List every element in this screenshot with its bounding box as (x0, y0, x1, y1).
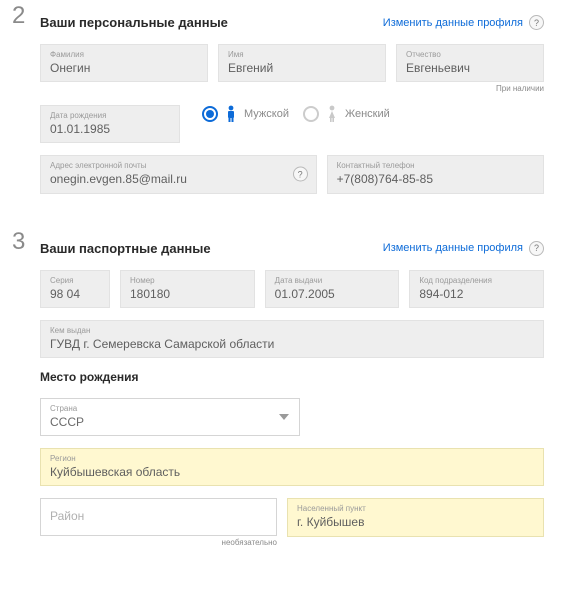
birthplace-heading: Место рождения (40, 370, 544, 384)
email-field[interactable]: Адрес электронной почты onegin.evgen.85@… (40, 155, 317, 193)
surname-value: Онегин (50, 62, 198, 75)
female-icon (325, 105, 339, 123)
passport-series-field[interactable]: Серия 98 04 (40, 270, 110, 308)
phone-label: Контактный телефон (337, 162, 534, 170)
country-value: СССР (50, 416, 290, 429)
phone-field[interactable]: Контактный телефон +7(808)764-85-85 (327, 155, 544, 193)
name-value: Евгений (228, 62, 376, 75)
dob-field[interactable]: Дата рождения 01.01.1985 (40, 105, 180, 143)
name-label: Имя (228, 51, 376, 59)
issued-by-field[interactable]: Кем выдан ГУВД г. Семеревска Самарской о… (40, 320, 544, 358)
passport-data-section: 3 Ваши паспортные данные Изменить данные… (0, 226, 562, 579)
district-hint: необязательно (40, 538, 277, 547)
series-label: Серия (50, 277, 100, 285)
patronymic-hint: При наличии (396, 84, 544, 93)
male-label: Мужской (244, 108, 289, 120)
help-icon[interactable]: ? (529, 15, 544, 30)
name-field[interactable]: Имя Евгений (218, 44, 386, 82)
edit-profile-link[interactable]: Изменить данные профиля (383, 242, 523, 254)
gender-female-option[interactable]: Женский (303, 105, 390, 123)
country-select[interactable]: Страна СССР (40, 398, 300, 436)
section2-title: Ваши персональные данные (40, 15, 228, 30)
surname-field[interactable]: Фамилия Онегин (40, 44, 208, 82)
email-value: onegin.evgen.85@mail.ru (50, 173, 307, 186)
region-label: Регион (50, 455, 534, 463)
passport-number-field[interactable]: Номер 180180 (120, 270, 255, 308)
male-radio[interactable] (202, 106, 218, 122)
patronymic-field[interactable]: Отчество Евгеньевич (396, 44, 544, 82)
dob-label: Дата рождения (50, 112, 170, 120)
locality-label: Населенный пункт (297, 505, 534, 513)
locality-field[interactable]: Населенный пункт г. Куйбышев (287, 498, 544, 536)
step-number-3: 3 (12, 228, 25, 256)
locality-value: г. Куйбышев (297, 516, 534, 529)
division-code-label: Код подразделения (419, 277, 534, 285)
section3-title: Ваши паспортные данные (40, 241, 211, 256)
help-icon[interactable]: ? (529, 241, 544, 256)
series-value: 98 04 (50, 288, 100, 301)
issued-by-label: Кем выдан (50, 327, 534, 335)
male-icon (224, 105, 238, 123)
patronymic-label: Отчество (406, 51, 534, 59)
patronymic-value: Евгеньевич (406, 62, 534, 75)
issue-date-field[interactable]: Дата выдачи 01.07.2005 (265, 270, 400, 308)
email-label: Адрес электронной почты (50, 162, 307, 170)
surname-label: Фамилия (50, 51, 198, 59)
gender-selector: Мужской Женский (190, 105, 544, 123)
district-placeholder: Район (50, 510, 267, 523)
female-radio[interactable] (303, 106, 319, 122)
region-value: Куйбышевская область (50, 466, 534, 479)
division-code-field[interactable]: Код подразделения 894-012 (409, 270, 544, 308)
chevron-down-icon (279, 414, 289, 420)
district-field[interactable]: Район (40, 498, 277, 535)
region-field[interactable]: Регион Куйбышевская область (40, 448, 544, 486)
gender-male-option[interactable]: Мужской (202, 105, 289, 123)
country-label: Страна (50, 405, 290, 413)
female-label: Женский (345, 108, 390, 120)
personal-data-section: 2 Ваши персональные данные Изменить данн… (0, 0, 562, 226)
step-number-2: 2 (12, 2, 25, 30)
division-code-value: 894-012 (419, 288, 534, 301)
number-label: Номер (130, 277, 245, 285)
help-icon[interactable]: ? (293, 167, 308, 182)
edit-profile-link[interactable]: Изменить данные профиля (383, 17, 523, 29)
issue-date-label: Дата выдачи (275, 277, 390, 285)
dob-value: 01.01.1985 (50, 123, 170, 136)
issued-by-value: ГУВД г. Семеревска Самарской области (50, 338, 534, 351)
issue-date-value: 01.07.2005 (275, 288, 390, 301)
phone-value: +7(808)764-85-85 (337, 173, 534, 186)
number-value: 180180 (130, 288, 245, 301)
